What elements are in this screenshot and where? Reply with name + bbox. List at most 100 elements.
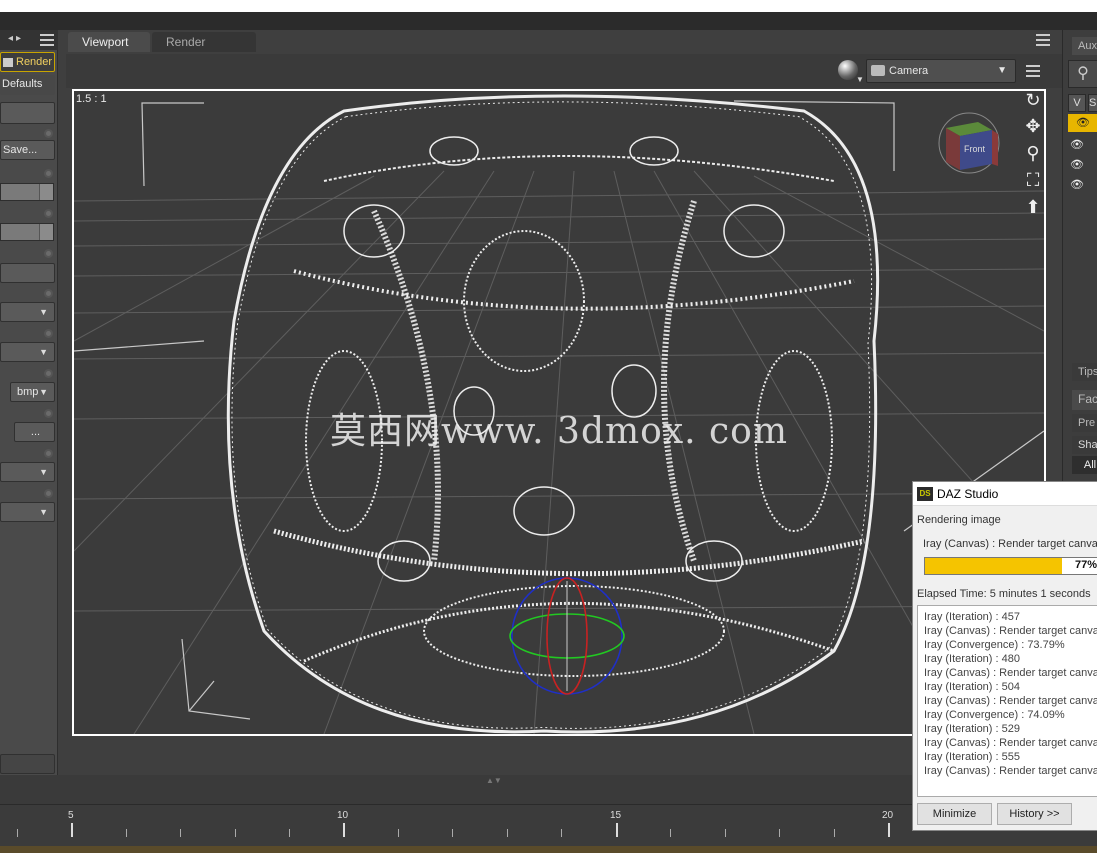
log-line: Iray (Iteration) : 457 (924, 611, 1020, 623)
gear-icon[interactable] (44, 129, 53, 138)
minimize-button[interactable]: Minimize (917, 803, 992, 825)
viewport-menu-icon[interactable] (1026, 65, 1040, 77)
log-line: Iray (Iteration) : 529 (924, 723, 1020, 735)
timeline-tick (725, 829, 726, 837)
menu-strip (0, 12, 1097, 30)
draw-style-icon[interactable] (838, 60, 858, 80)
tab-presets[interactable]: Pre (1072, 414, 1097, 432)
panel-menu-icon[interactable] (40, 34, 54, 46)
timeline-tick (235, 829, 236, 837)
chevron-down-icon[interactable]: ▼ (856, 75, 864, 84)
column-visible-header[interactable]: V (1068, 94, 1086, 112)
save-button[interactable]: Save... (0, 140, 55, 160)
timeline-tick (71, 823, 73, 837)
progress-bar: 77% (924, 557, 1097, 575)
progress-label: 77% (1074, 559, 1097, 571)
navigation-cube[interactable]: Front (938, 112, 1000, 174)
timeline-tick (507, 829, 508, 837)
timeline-label: 5 (68, 810, 74, 821)
frame-icon[interactable]: ⛶ (1022, 169, 1044, 191)
gear-icon[interactable] (44, 449, 53, 458)
timeline-tick (561, 829, 562, 837)
tab-scroll-left-icon[interactable]: ◂ (8, 33, 13, 44)
setting-field[interactable] (0, 263, 55, 283)
format-dropdown[interactable]: bmp (10, 382, 55, 402)
status-text: Rendering image (917, 514, 1001, 526)
setting-dropdown[interactable] (0, 342, 55, 362)
timeline-tick (670, 829, 671, 837)
filter-all-button[interactable]: All (1072, 456, 1097, 474)
timeline-tick (180, 829, 181, 837)
log-line: Iray (Canvas) : Render target canva (924, 695, 1097, 707)
orbit-icon[interactable]: ↻ (1022, 89, 1044, 111)
log-line: Iray (Iteration) : 480 (924, 653, 1020, 665)
tab-viewport[interactable]: Viewport (68, 32, 150, 52)
gear-icon[interactable] (44, 169, 53, 178)
log-line: Iray (Convergence) : 74.09% (924, 709, 1065, 721)
timeline-tick (452, 829, 453, 837)
splitter-handle-icon[interactable]: ▲▼ (486, 776, 502, 785)
height-slider[interactable] (0, 223, 54, 241)
pane-menu-icon[interactable] (1036, 34, 1050, 46)
task-text: Iray (Canvas) : Render target canva (923, 538, 1097, 550)
setting-dropdown[interactable] (0, 502, 55, 522)
dialog-title-bar[interactable]: DS DAZ Studio (913, 482, 1097, 506)
timeline-footer (0, 846, 1097, 853)
log-line: Iray (Convergence) : 73.79% (924, 639, 1065, 651)
timeline-tick (343, 823, 345, 837)
daz-logo-icon: DS (917, 487, 933, 501)
tab-face[interactable]: Face (1072, 390, 1097, 410)
log-line: Iray (Iteration) : 504 (924, 681, 1020, 693)
timeline-label: 15 (610, 810, 622, 821)
aim-icon[interactable]: ⬆ (1022, 196, 1044, 218)
zoom-icon[interactable]: ⚲ (1022, 142, 1044, 164)
pan-icon[interactable]: ✥ (1022, 115, 1044, 137)
width-slider[interactable] (0, 183, 54, 201)
setting-dropdown[interactable] (0, 462, 55, 482)
gear-icon[interactable] (44, 489, 53, 498)
eye-icon[interactable]: 👁 (1068, 114, 1097, 132)
gear-icon[interactable] (44, 369, 53, 378)
timeline-tick (17, 829, 18, 837)
defaults-button[interactable]: Defaults (0, 75, 55, 95)
gear-icon[interactable] (44, 329, 53, 338)
timeline-tick (616, 823, 618, 837)
eye-icon[interactable]: 👁 (1070, 178, 1088, 192)
preset-field[interactable] (0, 102, 55, 124)
setting-dropdown[interactable] (0, 302, 55, 322)
gear-icon[interactable] (44, 409, 53, 418)
browse-button[interactable]: ... (14, 422, 55, 442)
eye-icon[interactable]: 👁 (1070, 138, 1088, 152)
timeline-tick (126, 829, 127, 837)
timeline-tick (888, 823, 890, 837)
gear-icon[interactable] (44, 209, 53, 218)
camera-select[interactable]: Camera ▼ (866, 59, 1016, 83)
log-line: Iray (Canvas) : Render target canva (924, 737, 1097, 749)
watermark-text: 莫西网www. 3dmox. com (330, 411, 788, 452)
gear-icon[interactable] (44, 249, 53, 258)
render-log[interactable]: Iray (Iteration) : 457 Iray (Canvas) : R… (917, 605, 1097, 797)
aspect-ratio-label: 1.5 : 1 (76, 93, 107, 105)
log-line: Iray (Canvas) : Render target canva (924, 667, 1097, 679)
render-progress-dialog: DS DAZ Studio Rendering image Iray (Canv… (912, 481, 1097, 831)
tab-aux[interactable]: Aux (1072, 37, 1097, 55)
tab-scroll-right-icon[interactable]: ▸ (16, 33, 21, 44)
title-bar (0, 0, 1097, 12)
timeline-tick (398, 829, 399, 837)
gear-icon[interactable] (44, 289, 53, 298)
render-icon (3, 57, 13, 67)
timeline-tick (834, 829, 835, 837)
bottom-field (0, 754, 55, 774)
nav-cube-label: Front (964, 144, 986, 154)
tab-tips[interactable]: Tips (1072, 363, 1097, 381)
column-select-header[interactable]: S (1088, 94, 1097, 112)
progress-fill (925, 558, 1063, 574)
eye-icon[interactable]: 👁 (1070, 158, 1088, 172)
timeline-label: 20 (882, 810, 894, 821)
render-button[interactable]: Render (0, 52, 55, 72)
search-icon[interactable]: ⚲ (1068, 60, 1097, 88)
timeline-label: 10 (337, 810, 349, 821)
history-button[interactable]: History >> (997, 803, 1072, 825)
camera-icon (871, 65, 885, 76)
tab-render-library[interactable]: Render Library (152, 32, 256, 69)
